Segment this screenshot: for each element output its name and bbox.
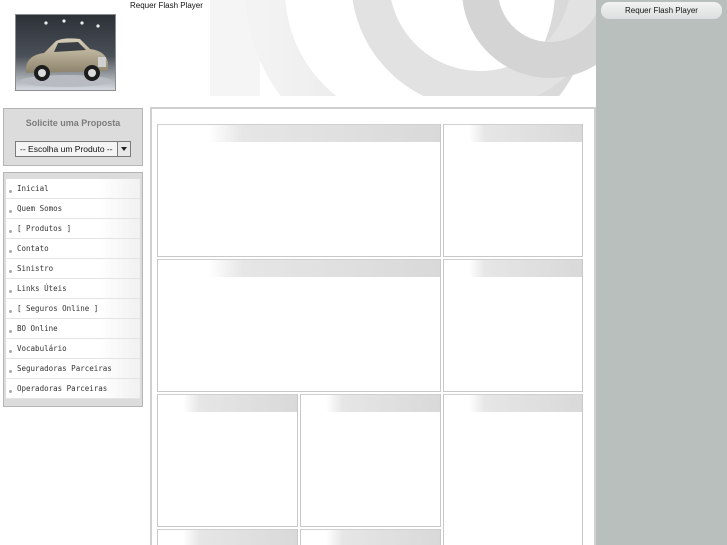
header-swirl-graphic xyxy=(150,0,596,108)
quote-request-box: Solicite uma Proposta -- Escolha um Prod… xyxy=(3,108,143,166)
panel-header xyxy=(444,124,582,142)
nav-item-contato[interactable]: Contato xyxy=(6,239,140,259)
bullet-icon xyxy=(9,230,12,233)
content-panel xyxy=(157,529,298,545)
main-nav-menu: Inicial Quem Somos [ Produtos ] Contato … xyxy=(3,172,143,407)
content-frame xyxy=(150,107,596,545)
content-panel xyxy=(157,394,298,527)
product-select[interactable]: -- Escolha um Produto -- xyxy=(15,141,131,157)
nav-item-label: [ Produtos ] xyxy=(17,224,72,233)
nav-item-quem-somos[interactable]: Quem Somos xyxy=(6,199,140,219)
nav-item-operadoras-parceiras[interactable]: Operadoras Parceiras xyxy=(6,379,140,399)
panel-header xyxy=(158,259,440,277)
bullet-icon xyxy=(9,310,12,313)
nav-item-label: Inicial xyxy=(17,184,49,193)
quote-box-title: Solicite uma Proposta xyxy=(25,118,121,128)
right-column: Requer Flash Player xyxy=(596,0,727,545)
content-panel xyxy=(443,124,583,257)
nav-item-seguros-online[interactable]: [ Seguros Online ] xyxy=(6,299,140,319)
nav-item-label: Quem Somos xyxy=(17,204,63,213)
classic-car-photo xyxy=(15,14,116,91)
panel-header xyxy=(301,529,440,545)
page: Requer Flash Player Requer Flash Player … xyxy=(0,0,727,545)
nav-item-label: Operadoras Parceiras xyxy=(17,384,108,393)
panel-header xyxy=(444,394,582,412)
content-panel xyxy=(157,124,441,257)
chevron-down-icon[interactable] xyxy=(117,142,130,156)
nav-item-label: Vocabulário xyxy=(17,344,67,353)
bullet-icon xyxy=(9,390,12,393)
bullet-icon xyxy=(9,370,12,373)
bullet-icon xyxy=(9,210,12,213)
nav-item-label: [ Seguros Online ] xyxy=(17,304,99,313)
nav-item-seguradoras-parceiras[interactable]: Seguradoras Parceiras xyxy=(6,359,140,379)
bullet-icon xyxy=(9,290,12,293)
nav-item-label: Contato xyxy=(17,244,49,253)
bullet-icon xyxy=(9,350,12,353)
panel-header xyxy=(158,124,440,142)
bullet-icon xyxy=(9,270,12,273)
panel-header xyxy=(444,259,582,277)
nav-item-sinistro[interactable]: Sinistro xyxy=(6,259,140,279)
bullet-icon xyxy=(9,190,12,193)
content-panel xyxy=(443,394,583,545)
nav-item-label: Seguradoras Parceiras xyxy=(17,364,112,373)
content-panel xyxy=(443,259,583,392)
nav-item-links-uteis[interactable]: Links Úteis xyxy=(6,279,140,299)
nav-item-bo-online[interactable]: BO Online xyxy=(6,319,140,339)
nav-item-vocabulario[interactable]: Vocabulário xyxy=(6,339,140,359)
bullet-icon xyxy=(9,330,12,333)
flash-player-notice: Requer Flash Player xyxy=(130,1,203,10)
nav-item-produtos[interactable]: [ Produtos ] xyxy=(6,219,140,239)
content-panel xyxy=(300,394,441,527)
nav-item-label: BO Online xyxy=(17,324,58,333)
nav-item-label: Sinistro xyxy=(17,264,54,273)
panel-header xyxy=(301,394,440,412)
bullet-icon xyxy=(9,250,12,253)
panel-header xyxy=(158,394,297,412)
nav-item-label: Links Úteis xyxy=(17,284,67,293)
flash-player-notice-right: Requer Flash Player xyxy=(601,2,722,19)
nav-item-inicial[interactable]: Inicial xyxy=(6,179,140,199)
panel-header xyxy=(158,529,297,545)
content-panel xyxy=(300,529,441,545)
product-select-value: -- Escolha um Produto -- xyxy=(20,144,113,154)
content-panel xyxy=(157,259,441,392)
